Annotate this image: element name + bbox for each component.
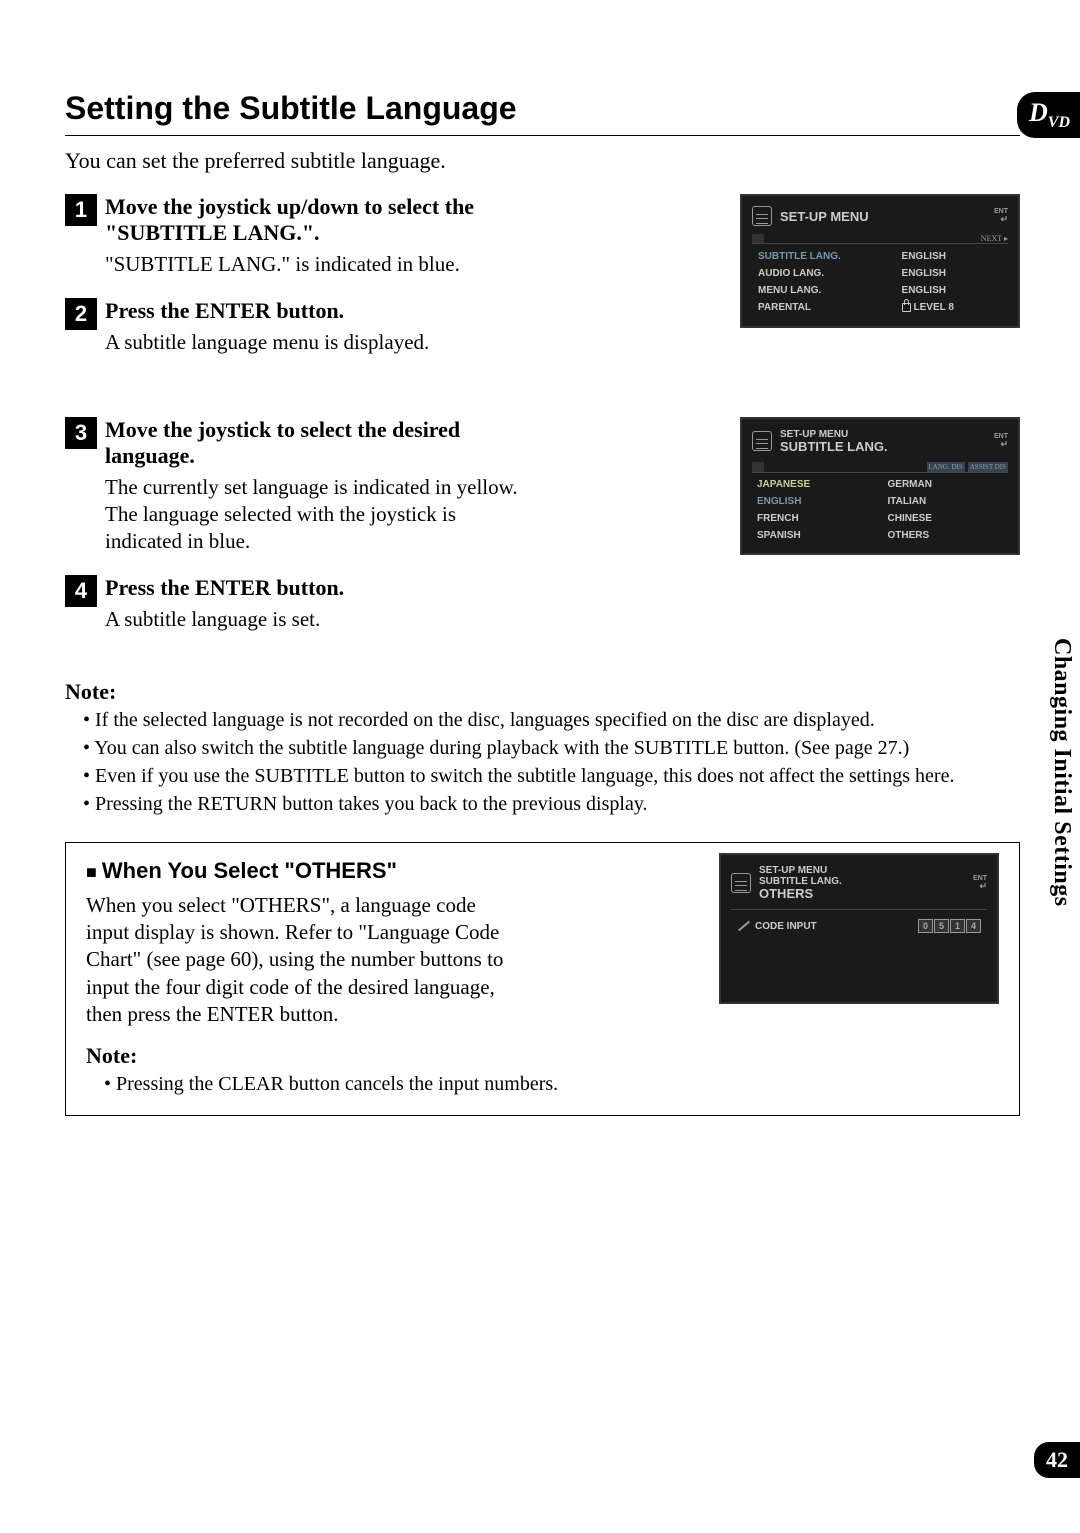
menu-label: AUDIO LANG. [758,268,902,279]
note-list: If the selected language is not recorded… [65,708,1020,817]
menu-label: MENU LANG. [758,285,902,296]
screen-icon [731,873,751,893]
step-desc: A subtitle language menu is displayed. [105,329,525,356]
note-item: Pressing the RETURN button takes you bac… [83,792,1020,817]
lang-item: FRENCH [757,511,873,526]
screen-others-code: SET-UP MENU SUBTITLE LANG. OTHERS ENT ↵ … [719,853,999,1004]
note-item: Pressing the CLEAR button cancels the in… [104,1072,999,1097]
code-digit: 5 [934,919,949,933]
others-box: When You Select "OTHERS" When you select… [65,842,1020,1116]
menu-row: SUBTITLE LANG.ENGLISH [752,248,1008,265]
page-title: Setting the Subtitle Language [65,90,1020,127]
lang-item: SPANISH [757,528,873,543]
lock-icon [902,303,911,312]
menu-row: MENU LANG.ENGLISH [752,282,1008,299]
step-desc: "SUBTITLE LANG." is indicated in blue. [105,251,525,278]
menu-label: SUBTITLE LANG. [758,251,902,262]
step-number-box: 2 [65,298,97,330]
note-label: Note: [65,679,1020,705]
menu-value: ENGLISH [902,285,1002,296]
pencil-icon [738,921,750,932]
step-3: 3 Move the joystick to select the desire… [65,417,525,556]
code-digit: 0 [918,919,933,933]
step-2: 2 Press the ENTER button. A subtitle lan… [65,298,525,356]
screen-icon [752,206,772,226]
screen-title: SET-UP MENU [780,209,869,224]
lang-item: CHINESE [888,511,1004,526]
code-digit: 1 [950,919,965,933]
code-digit: 4 [966,919,981,933]
step-title: Press the ENTER button. [105,575,525,601]
step-desc: The currently set language is indicated … [105,474,525,556]
note-item: Even if you use the SUBTITLE button to s… [83,764,1020,789]
step-title: Press the ENTER button. [105,298,525,324]
arrow-icon: ↵ [994,215,1008,224]
menu-label: PARENTAL [758,302,902,313]
screen-subtitle-lang: SET-UP MENU SUBTITLE LANG. ENT ↵ LANG. D… [740,417,1020,555]
menu-value: LEVEL 8 [902,302,1002,313]
lang-item: ITALIAN [888,494,1004,509]
next-label: NEXT ▸ [981,234,1008,243]
step-number-box: 4 [65,575,97,607]
lang-item: OTHERS [888,528,1004,543]
intro-text: You can set the preferred subtitle langu… [65,148,1020,174]
step-number-box: 3 [65,417,97,449]
lang-item: JAPANESE [757,477,873,492]
lang-item: ENGLISH [757,494,873,509]
lang-item: GERMAN [888,477,1004,492]
others-text: When you select "OTHERS", a language cod… [86,892,506,1028]
step-1: 1 Move the joystick up/down to select th… [65,194,525,278]
screen-setup-menu: SET-UP MENU ENT ↵ NEXT ▸ SUBTITLE LANG.E… [740,194,1020,328]
step-4: 4 Press the ENTER button. A subtitle lan… [65,575,525,633]
note-item: You can also switch the subtitle languag… [83,736,1020,761]
screen-title: SUBTITLE LANG. [780,440,888,454]
title-underline [65,135,1020,136]
menu-row: AUDIO LANG.ENGLISH [752,265,1008,282]
screen-pre-title: SET-UP MENU [780,429,888,440]
menu-value: ENGLISH [902,268,1002,279]
menu-value: ENGLISH [902,251,1002,262]
tab-lang-dis: LANG. DIS [927,462,965,472]
note-list: Pressing the CLEAR button cancels the in… [86,1072,999,1097]
step-number-box: 1 [65,194,97,226]
note-section: Note: If the selected language is not re… [65,679,1020,817]
step-title: Move the joystick up/down to select the … [105,194,525,246]
tab-assist-dis: ASSIST DIS [968,462,1008,472]
menu-row: PARENTALLEVEL 8 [752,299,1008,316]
code-input-label: CODE INPUT [755,921,817,932]
arrow-icon: ↵ [973,882,987,891]
note-item: If the selected language is not recorded… [83,708,1020,733]
step-title: Move the joystick to select the desired … [105,417,525,469]
page-number: 42 [1034,1442,1080,1478]
screen-pre-title: SET-UP MENU [759,865,842,876]
arrow-icon: ↵ [994,440,1008,449]
note-label: Note: [86,1043,999,1069]
screen-title: OTHERS [759,887,842,901]
step-desc: A subtitle language is set. [105,606,525,633]
screen-icon [752,431,772,451]
